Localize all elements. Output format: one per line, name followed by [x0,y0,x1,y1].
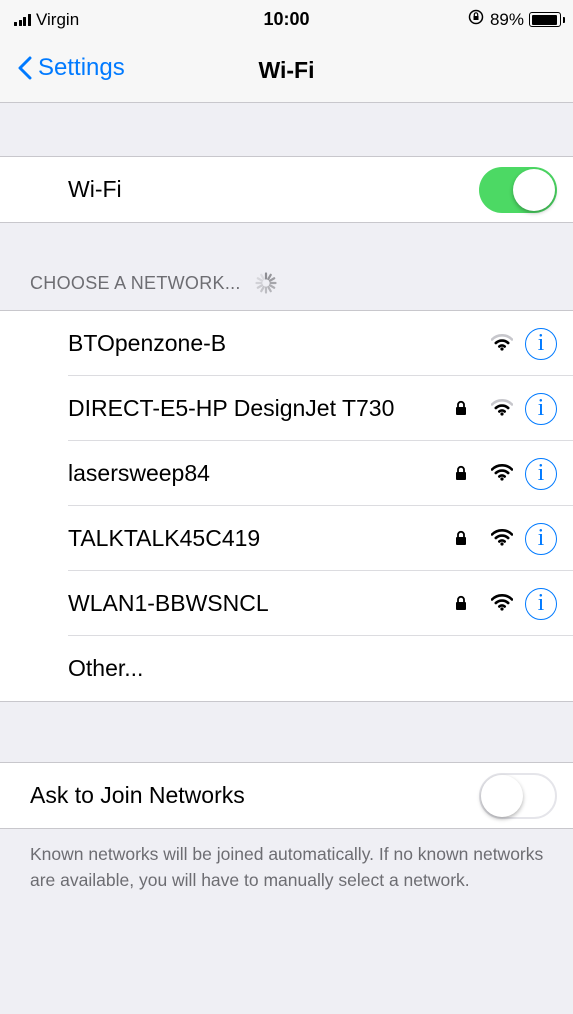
wifi-signal-icon [491,464,513,481]
lock-icon [456,400,466,415]
navigation-bar: Settings Wi-Fi [0,40,573,103]
wifi-signal-icon [491,399,513,416]
wifi-signal-icon [491,529,513,546]
network-name: WLAN1-BBWSNCL [68,590,269,616]
wifi-signal-icon [491,594,513,611]
network-name: DIRECT-E5-HP DesignJet T730 [68,395,395,421]
ask-to-join-footer: Known networks will be joined automatica… [30,844,544,890]
network-name: lasersweep84 [68,460,210,486]
page-title: Wi-Fi [258,57,315,83]
wifi-label: Wi-Fi [68,176,122,202]
ask-to-join-toggle[interactable] [479,773,557,819]
choose-network-label: CHOOSE A NETWORK... [30,272,241,293]
wifi-signal-icon [491,334,513,351]
other-network-label: Other... [68,655,144,681]
status-bar: Virgin 10:00 89% [0,0,573,40]
networks-section-header: CHOOSE A NETWORK... [30,272,277,294]
network-row[interactable]: DIRECT-E5-HP DesignJet T730 i [0,376,573,441]
ask-to-join-label: Ask to Join Networks [30,782,245,808]
lock-icon [456,465,466,480]
network-row[interactable]: WLAN1-BBWSNCL i [0,571,573,636]
battery-percent: 89% [489,9,524,29]
network-name: TALKTALK45C419 [68,525,261,551]
info-button[interactable]: i [525,588,557,620]
network-row[interactable]: BTOpenzone-B i [0,311,573,376]
ask-to-join-row: Ask to Join Networks [0,763,573,828]
other-network-row[interactable]: Other... [0,636,573,701]
wifi-toggle-group: Wi-Fi [0,156,573,223]
network-row[interactable]: lasersweep84 i [0,441,573,506]
networks-list: BTOpenzone-B i DIRECT-E5-HP DesignJet T7… [0,310,573,702]
info-button[interactable]: i [525,458,557,490]
network-row[interactable]: TALKTALK45C419 i [0,506,573,571]
info-button[interactable]: i [525,523,557,555]
rotation-lock-icon [468,9,484,30]
battery-icon [529,12,565,27]
status-right: 89% [468,9,565,30]
lock-icon [456,595,466,610]
ask-to-join-group: Ask to Join Networks [0,762,573,829]
loading-spinner-icon [255,272,277,294]
lock-icon [456,530,466,545]
info-button[interactable]: i [525,393,557,425]
wifi-toggle[interactable] [479,167,557,213]
wifi-row: Wi-Fi [0,157,573,222]
info-button[interactable]: i [525,328,557,360]
network-name: BTOpenzone-B [68,330,227,356]
